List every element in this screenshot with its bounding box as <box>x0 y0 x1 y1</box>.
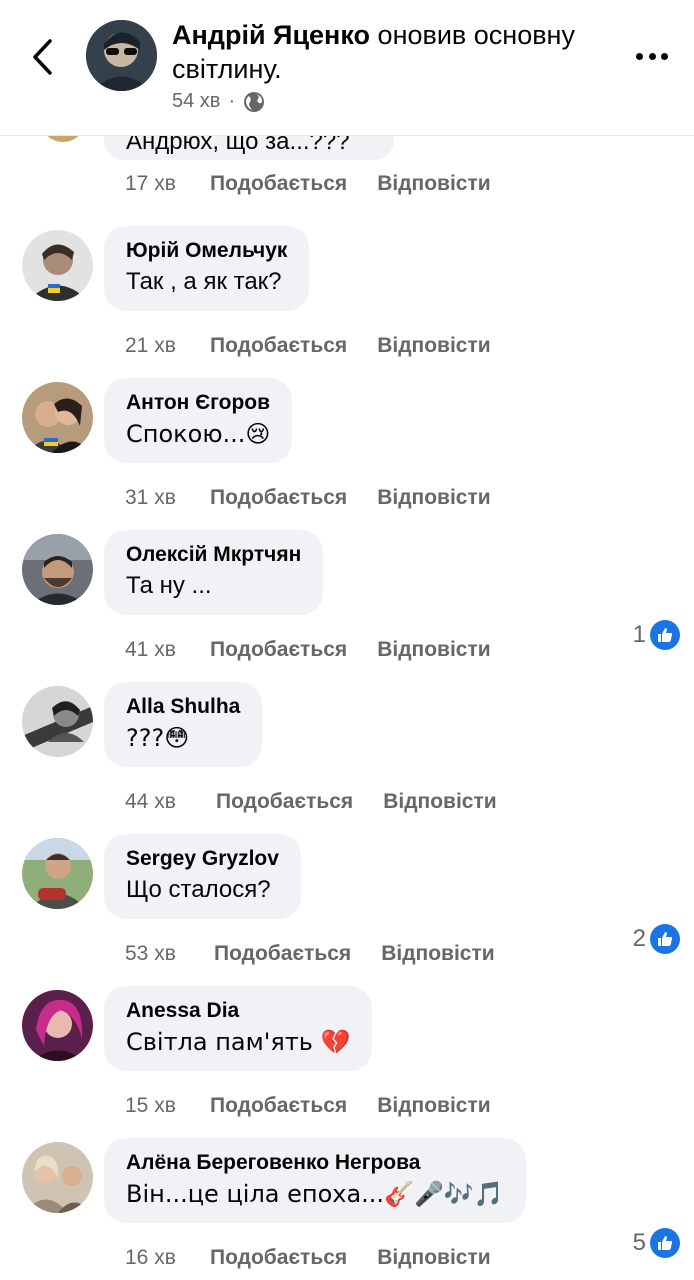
comment-text: ???😳 <box>126 724 190 752</box>
reaction-count: 5 <box>632 1229 646 1256</box>
post-time[interactable]: 54 хв <box>172 90 220 113</box>
comment-actions: 15 хв Подобається Відповісти <box>125 1094 521 1118</box>
reply-button[interactable]: Відповісти <box>377 1094 490 1118</box>
chevron-left-icon <box>33 39 52 75</box>
comment: Алёна Береговенко Негрова Він...це ціла … <box>0 1138 694 1280</box>
comment-text: Так , а як так? <box>126 268 282 295</box>
author-name[interactable]: Андрій Яценко <box>172 20 370 50</box>
comment-text: Та ну ... <box>126 572 212 599</box>
globe-icon <box>244 91 265 112</box>
comment-time[interactable]: 41 хв <box>125 638 210 662</box>
comment-actions: 41 хв Подобається Відповісти <box>125 638 521 662</box>
avatar[interactable] <box>22 990 93 1061</box>
avatar[interactable] <box>22 686 93 757</box>
like-button[interactable]: Подобається <box>216 790 353 814</box>
commenter-name[interactable]: Антон Єгоров <box>126 390 270 416</box>
reaction-summary[interactable]: 1 <box>633 620 680 650</box>
post-header: Андрій Яценко оновив основну світлину. 5… <box>0 0 694 136</box>
reaction-summary[interactable]: 5 <box>633 1228 680 1258</box>
reply-button[interactable]: Відповісти <box>377 486 490 510</box>
like-button[interactable]: Подобається <box>210 1094 347 1118</box>
comment-text: Що сталося? <box>126 876 271 903</box>
avatar[interactable] <box>22 534 93 605</box>
comment-text: Спокою...😢 <box>126 420 271 448</box>
reaction-count: 1 <box>632 621 646 648</box>
comment-time[interactable]: 31 хв <box>125 486 210 510</box>
comment: Anessa Dia Світла пам'ять 💔 15 хв Подоба… <box>0 986 694 1136</box>
commenter-name[interactable]: Anessa Dia <box>126 998 350 1024</box>
comment-actions: 21 хв Подобається Відповісти <box>125 334 521 358</box>
partial-comment: Андрюх, що за...??? 17 хв Подобається Ві… <box>0 136 694 204</box>
avatar[interactable] <box>22 1142 93 1213</box>
comment-text: Світла пам'ять 💔 <box>126 1028 351 1056</box>
commenter-name[interactable]: Юрій Омельчук <box>126 238 287 264</box>
reply-button[interactable]: Відповісти <box>377 1246 490 1270</box>
commenter-name[interactable]: Олексій Мкртчян <box>126 542 301 568</box>
comment-text: Андрюх, що за...??? <box>126 136 350 155</box>
comment-time[interactable]: 17 хв <box>125 172 210 196</box>
comment-time[interactable]: 16 хв <box>125 1246 210 1270</box>
comment-actions: 44 хв Подобається Відповісти <box>125 790 527 814</box>
comment-time[interactable]: 44 хв <box>125 790 216 814</box>
reply-button[interactable]: Відповісти <box>377 334 490 358</box>
post-title: Андрій Яценко оновив основну світлину. <box>172 18 602 86</box>
commenter-name[interactable]: Alla Shulha <box>126 694 240 720</box>
avatar[interactable] <box>22 230 93 301</box>
author-avatar[interactable] <box>86 20 157 91</box>
reaction-count: 2 <box>632 925 646 952</box>
reply-button[interactable]: Відповісти <box>377 638 490 662</box>
comment: Sergey Gryzlov Що сталося? 53 хв Подобає… <box>0 834 694 984</box>
like-button[interactable]: Подобається <box>210 334 347 358</box>
comment-time[interactable]: 53 хв <box>125 942 214 966</box>
comment-bubble: Антон Єгоров Спокою...😢 <box>104 378 293 463</box>
avatar[interactable] <box>22 382 93 453</box>
reply-button[interactable]: Відповісти <box>381 942 494 966</box>
avatar[interactable] <box>22 838 93 909</box>
reply-button[interactable]: Відповісти <box>377 172 490 196</box>
comment-time[interactable]: 15 хв <box>125 1094 210 1118</box>
like-icon <box>650 620 680 650</box>
comment: Юрій Омельчук Так , а як так? 21 хв Подо… <box>0 226 694 376</box>
more-options-button[interactable] <box>632 44 672 68</box>
commenter-name[interactable]: Алёна Береговенко Негрова <box>126 1150 504 1176</box>
comment-bubble: Alla Shulha ???😳 <box>104 682 263 767</box>
reply-button[interactable]: Відповісти <box>383 790 496 814</box>
comment-actions: 16 хв Подобається Відповісти <box>125 1246 521 1270</box>
comment-actions: 17 хв Подобається Відповісти <box>125 172 521 196</box>
meta-separator: · <box>228 90 236 112</box>
comment-actions: 31 хв Подобається Відповісти <box>125 486 521 510</box>
post-meta: 54 хв · <box>172 90 265 113</box>
avatar[interactable] <box>40 136 86 142</box>
like-button[interactable]: Подобається <box>210 486 347 510</box>
comment-bubble: Юрій Омельчук Так , а як так? <box>104 226 310 311</box>
comment-text: Він...це ціла епоха...🎸🎤🎶🎵 <box>126 1180 504 1208</box>
more-horizontal-icon <box>636 52 643 60</box>
like-button[interactable]: Подобається <box>210 1246 347 1270</box>
like-button[interactable]: Подобається <box>210 172 347 196</box>
reaction-summary[interactable]: 2 <box>633 924 680 954</box>
like-icon <box>650 924 680 954</box>
comment-bubble: Sergey Gryzlov Що сталося? <box>104 834 301 919</box>
comment-bubble: Алёна Береговенко Негрова Він...це ціла … <box>104 1138 526 1223</box>
like-button[interactable]: Подобається <box>214 942 351 966</box>
comment-actions: 53 хв Подобається Відповісти <box>125 942 525 966</box>
like-button[interactable]: Подобається <box>210 638 347 662</box>
comment-time[interactable]: 21 хв <box>125 334 210 358</box>
comment: Alla Shulha ???😳 44 хв Подобається Відпо… <box>0 682 694 832</box>
like-icon <box>650 1228 680 1258</box>
comment-bubble: Олексій Мкртчян Та ну ... <box>104 530 324 615</box>
comment: Антон Єгоров Спокою...😢 31 хв Подобаєтьс… <box>0 378 694 528</box>
comment-bubble: Anessa Dia Світла пам'ять 💔 <box>104 986 373 1071</box>
back-button[interactable] <box>22 34 62 80</box>
commenter-name[interactable]: Sergey Gryzlov <box>126 846 279 872</box>
comment: Олексій Мкртчян Та ну ... 41 хв Подобаєт… <box>0 530 694 680</box>
